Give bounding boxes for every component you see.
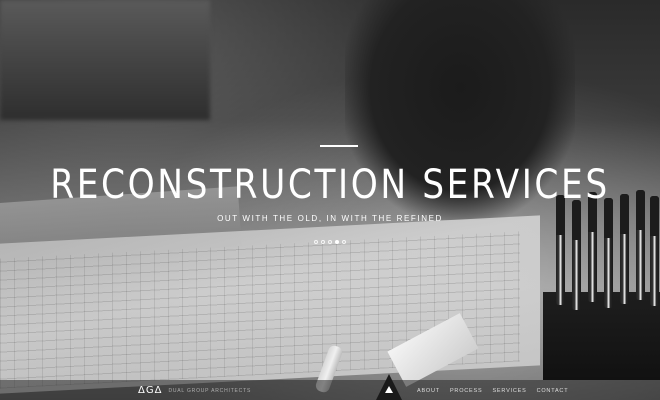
nav-about[interactable]: ABOUT — [417, 385, 440, 397]
slider-dots — [0, 240, 660, 244]
title-divider — [320, 145, 358, 147]
hero-title: RECONSTRUCTION SERVICES — [50, 162, 610, 208]
slider-dot[interactable] — [328, 240, 332, 244]
slider-dot[interactable] — [342, 240, 346, 244]
slider-dot[interactable] — [321, 240, 325, 244]
brand-logo[interactable]: ΔGΔ — [138, 385, 162, 397]
nav-triangle-inner-icon — [385, 386, 393, 393]
nav-contact[interactable]: CONTACT — [537, 385, 569, 397]
nav-links: ABOUT PROCESS SERVICES CONTACT — [417, 385, 568, 397]
hero-subtitle: OUT WITH THE OLD, IN WITH THE REFINED — [217, 214, 443, 223]
slider-dot[interactable] — [314, 240, 318, 244]
background-marker — [636, 190, 645, 300]
nav-services[interactable]: SERVICES — [492, 385, 526, 397]
background-window — [0, 0, 210, 120]
brand[interactable]: ΔGΔ DUAL GROUP ARCHITECTS — [138, 384, 251, 398]
nav-process[interactable]: PROCESS — [450, 385, 483, 397]
hero-section: RECONSTRUCTION SERVICES OUT WITH THE OLD… — [0, 0, 660, 400]
background-marker-holder — [543, 292, 660, 380]
slider-dot[interactable] — [335, 240, 339, 244]
brand-name[interactable]: DUAL GROUP ARCHITECTS — [168, 385, 251, 397]
background-marker — [620, 194, 629, 304]
